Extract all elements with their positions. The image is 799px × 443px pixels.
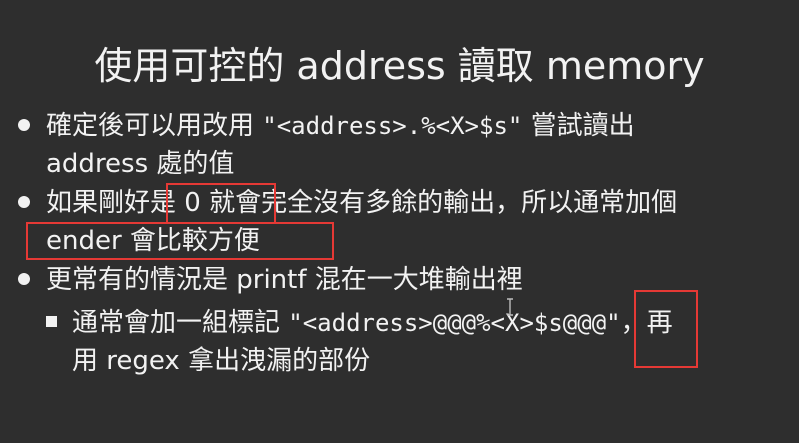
bullet-dot	[18, 196, 30, 208]
sub-bullet-line-2: 用 regex 拿出洩漏的部份	[72, 346, 371, 376]
bullet-3-line-1: 更常有的情況是 printf 混在一大堆輸出裡	[46, 265, 523, 295]
sub-bullet-text-suffix: ，再	[620, 308, 673, 338]
bullet-1-line-1: 確定後可以用改用 "<address>.%<X>$s" 嘗試讀出	[46, 108, 635, 144]
bullet-1-text-suffix: 嘗試讀出	[522, 111, 635, 141]
bullet-2-line-1: 如果剛好是 0 就會完全沒有多餘的輸出，所以通常加個	[46, 188, 678, 218]
presentation-slide: 使用可控的 address 讀取 memory 確定後可以用改用 "<addre…	[0, 0, 799, 443]
bullet-1-text-prefix: 確定後可以用改用	[46, 111, 263, 141]
bullet-dot	[18, 273, 30, 285]
bullet-2-line-2: ender 會比較方便	[46, 226, 260, 256]
bullet-1-code: "<address>.%<X>$s"	[262, 112, 523, 140]
bullet-1-line-2: address 處的值	[46, 149, 235, 179]
sub-bullet-code: "<address>@@@%<X>$s@@@"	[288, 309, 621, 337]
bullet-dot	[18, 119, 30, 131]
slide-title: 使用可控的 address 讀取 memory	[94, 44, 705, 88]
sub-bullet-text-prefix: 通常會加一組標記	[72, 308, 289, 338]
sub-bullet-line-1: 通常會加一組標記 "<address>@@@%<X>$s@@@"，再	[72, 305, 673, 341]
sub-bullet-square	[46, 316, 57, 327]
text-cursor-icon	[507, 298, 513, 316]
